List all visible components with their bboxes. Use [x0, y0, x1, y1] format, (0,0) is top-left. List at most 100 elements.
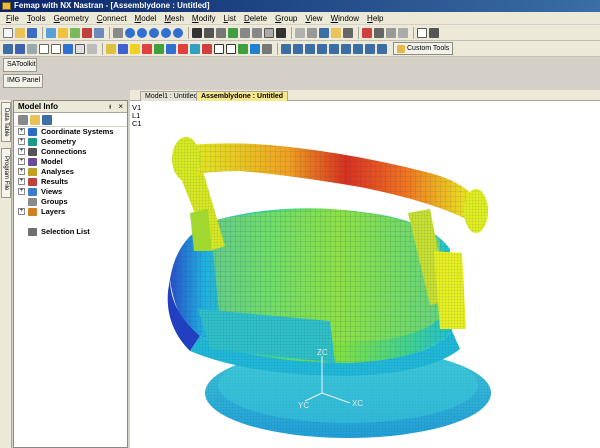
layout-icon[interactable]	[319, 27, 329, 38]
expand-icon[interactable]: +	[18, 208, 25, 215]
menu-view[interactable]: View	[305, 14, 322, 23]
expand-icon[interactable]: +	[18, 138, 25, 145]
delete-icon[interactable]	[82, 27, 92, 38]
align-bottom-icon[interactable]	[329, 43, 339, 54]
pan-right-icon[interactable]	[149, 27, 159, 38]
data-table-tab[interactable]: Data Table	[1, 102, 11, 142]
tree-item[interactable]: + Results	[14, 177, 127, 187]
palette-icon[interactable]	[87, 43, 97, 54]
tree-folder-icon[interactable]	[30, 114, 40, 125]
blue-box-icon[interactable]	[63, 43, 73, 54]
tree-item[interactable]: Groups	[14, 197, 127, 207]
match-icon[interactable]	[377, 43, 387, 54]
light-icon[interactable]	[130, 43, 140, 54]
zoom-in-icon[interactable]	[240, 27, 250, 38]
check-icon[interactable]	[154, 43, 164, 54]
shape-icon[interactable]	[142, 43, 152, 54]
tree-item[interactable]: + Coordinate Systems	[14, 127, 127, 137]
program-file-tab[interactable]: Program File	[1, 148, 11, 198]
rotate-icon[interactable]	[125, 27, 135, 38]
align-left-icon[interactable]	[281, 43, 291, 54]
mesh-icon[interactable]	[70, 27, 80, 38]
tree-item[interactable]: + Views	[14, 187, 127, 197]
show-icon[interactable]	[250, 43, 260, 54]
menu-modify[interactable]: Modify	[192, 14, 216, 23]
tree-options-icon[interactable]	[18, 114, 28, 125]
new-file-icon[interactable]	[3, 27, 13, 38]
box-icon[interactable]	[331, 27, 341, 38]
cross-icon[interactable]	[192, 27, 202, 38]
menu-connect[interactable]: Connect	[97, 14, 127, 23]
window-icon[interactable]	[307, 27, 317, 38]
render-icon[interactable]	[362, 27, 372, 38]
space-icon[interactable]	[353, 43, 363, 54]
expand-icon[interactable]: +	[18, 158, 25, 165]
tree-item[interactable]: + Layers	[14, 207, 127, 217]
filter-icon[interactable]	[27, 43, 37, 54]
menu-list[interactable]: List	[224, 14, 236, 23]
tree-filter-icon[interactable]	[42, 114, 52, 125]
tree-item[interactable]: + Connections	[14, 147, 127, 157]
window-select-icon[interactable]	[39, 43, 49, 54]
pan-down-icon[interactable]	[173, 27, 183, 38]
menu-file[interactable]: File	[6, 14, 19, 23]
close-icon[interactable]: ×	[118, 101, 123, 112]
pan-up-icon[interactable]	[161, 27, 171, 38]
img-panel[interactable]: IMG Panel	[3, 74, 43, 88]
undo-icon[interactable]	[46, 27, 56, 38]
frame-icon[interactable]	[417, 27, 427, 38]
list-icon[interactable]	[343, 27, 353, 38]
outline-icon[interactable]	[75, 43, 85, 54]
tree-item[interactable]: + Geometry	[14, 137, 127, 147]
expand-icon[interactable]: +	[18, 148, 25, 155]
align-center-icon[interactable]	[293, 43, 303, 54]
zoom-icon[interactable]	[204, 27, 214, 38]
menu-model[interactable]: Model	[135, 14, 157, 23]
align-right-icon[interactable]	[305, 43, 315, 54]
tree-item[interactable]: + Model	[14, 157, 127, 167]
arrow-icon[interactable]	[374, 27, 384, 38]
menu-help[interactable]: Help	[367, 14, 383, 23]
print-icon[interactable]	[113, 27, 123, 38]
box-select-icon[interactable]	[226, 43, 236, 54]
chevron-down-icon[interactable]	[429, 27, 439, 38]
zoom-out-icon[interactable]	[252, 27, 262, 38]
expand-icon[interactable]: +	[18, 188, 25, 195]
custom-tools-button[interactable]: Custom Tools	[393, 42, 454, 55]
align-top-icon[interactable]	[317, 43, 327, 54]
tree-item[interactable]: + Analyses	[14, 167, 127, 177]
page-icon[interactable]	[51, 43, 61, 54]
open-file-icon[interactable]	[15, 27, 25, 38]
size-icon[interactable]	[365, 43, 375, 54]
menu-mesh[interactable]: Mesh	[164, 14, 184, 23]
satoolkit-panel[interactable]: SAToolkit	[3, 58, 37, 72]
regenerate-icon[interactable]	[228, 27, 238, 38]
hide-icon[interactable]	[262, 43, 272, 54]
menu-tools[interactable]: Tools	[27, 14, 46, 23]
entity-icon[interactable]	[15, 43, 25, 54]
settings-icon[interactable]	[398, 27, 408, 38]
constraint-icon[interactable]	[202, 43, 212, 54]
expand-icon[interactable]: +	[18, 128, 25, 135]
curve-icon[interactable]	[118, 43, 128, 54]
expand-icon[interactable]: +	[18, 168, 25, 175]
menu-geometry[interactable]: Geometry	[54, 14, 89, 23]
menu-window[interactable]: Window	[331, 14, 359, 23]
node-icon[interactable]	[166, 43, 176, 54]
copy-icon[interactable]	[94, 27, 104, 38]
distribute-icon[interactable]	[341, 43, 351, 54]
expand-icon[interactable]: +	[18, 178, 25, 185]
tools-icon[interactable]	[386, 27, 396, 38]
save-icon[interactable]	[27, 27, 37, 38]
element-icon[interactable]	[178, 43, 188, 54]
menu-group[interactable]: Group	[275, 14, 297, 23]
graphics-window[interactable]: ZC XC YC V1 L1 C1	[130, 101, 600, 448]
point-icon[interactable]	[106, 43, 116, 54]
select-icon[interactable]	[3, 43, 13, 54]
tree-item[interactable]: Selection List	[14, 227, 127, 237]
tab-model1[interactable]: Model1 : Untitled	[140, 91, 203, 101]
view-all-icon[interactable]	[276, 27, 286, 38]
autoscale-icon[interactable]	[216, 27, 226, 38]
magnify-icon[interactable]	[264, 27, 274, 38]
pan-left-icon[interactable]	[137, 27, 147, 38]
